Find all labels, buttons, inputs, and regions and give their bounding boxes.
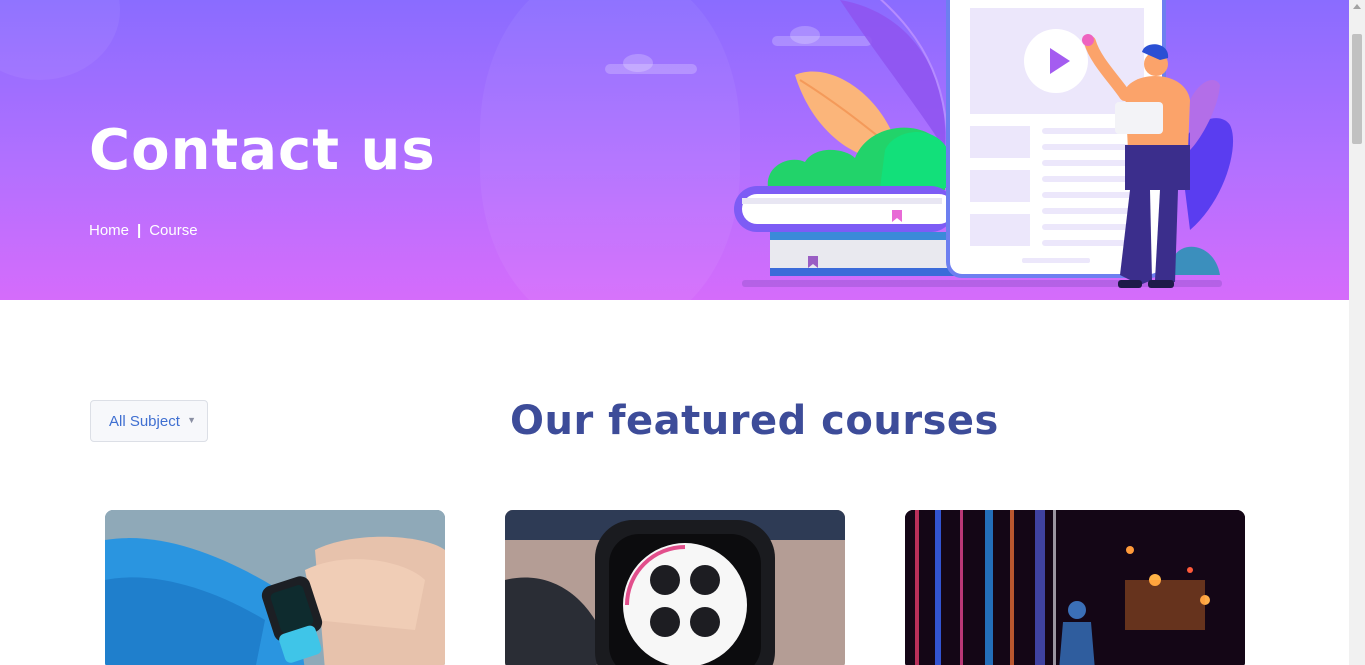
breadcrumb: Home | Course [89,222,198,239]
chevron-down-icon: ▼ [187,415,196,425]
decorative-blob [480,0,740,300]
hero-banner: Contact us Home | Course [0,0,1349,300]
breadcrumb-home-link[interactable]: Home [89,222,129,239]
hero-illustration [734,0,1234,288]
decorative-blob [0,0,120,80]
page-scrollbar[interactable] [1349,0,1365,665]
scroll-up-arrow-icon[interactable] [1353,4,1361,9]
scrollbar-thumb[interactable] [1352,34,1362,144]
course-card[interactable] [105,510,445,665]
cloud-decoration [605,54,697,74]
course-image-watch-face [505,510,845,665]
course-image-smartwatch [105,510,445,665]
breadcrumb-separator: | [137,222,142,239]
page-title: Contact us [89,118,436,183]
subject-filter-select[interactable]: All Subject ▼ [90,400,208,442]
course-image-neon-street [905,510,1245,665]
breadcrumb-course-link[interactable]: Course [149,222,197,239]
section-title: Our featured courses [510,398,999,444]
subject-filter-value: All Subject [109,412,180,430]
course-card[interactable] [905,510,1245,665]
course-card[interactable] [505,510,845,665]
